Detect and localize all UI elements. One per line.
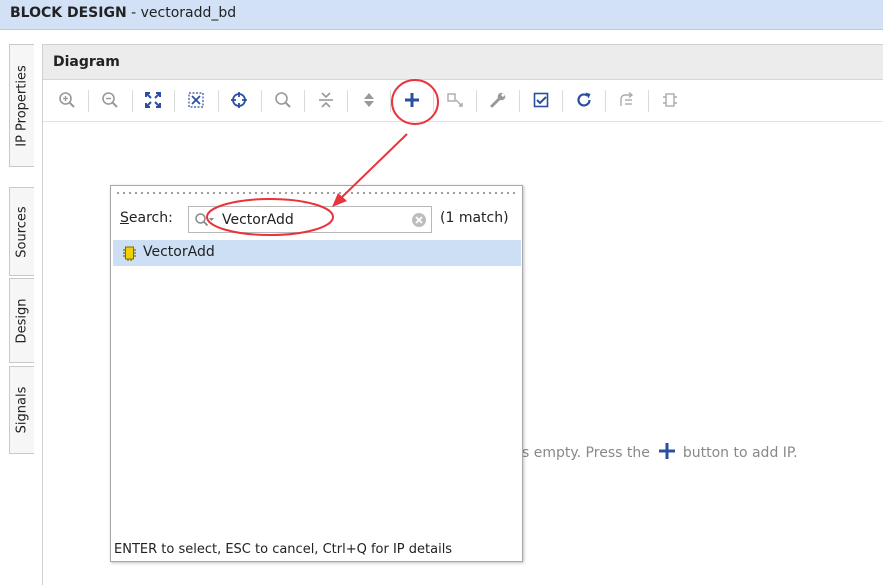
side-tab-signals[interactable]: Signals (9, 366, 34, 454)
ip-search-row: Search: (1 match) (111, 206, 522, 234)
pin-icon[interactable] (659, 89, 681, 111)
add-ip-icon[interactable] (401, 89, 423, 111)
popup-drag-handle[interactable] (115, 188, 518, 198)
add-ip-popup: Search: (1 match) VectorAdd ENTER to sel… (110, 185, 523, 562)
zoom-area-icon[interactable] (185, 89, 207, 111)
ip-search-input[interactable] (222, 210, 392, 229)
validate-icon[interactable] (530, 89, 552, 111)
regenerate-layout-icon[interactable] (616, 89, 638, 111)
zoom-out-icon[interactable] (99, 89, 121, 111)
window-title-design: vectoradd_bd (140, 5, 237, 21)
search-label: Search: (120, 210, 173, 226)
search-options-icon[interactable] (194, 212, 216, 232)
zoom-in-icon[interactable] (56, 89, 78, 111)
make-connection-icon[interactable] (444, 89, 466, 111)
zoom-fit-icon[interactable] (142, 89, 164, 111)
ip-result-name: VectorAdd (143, 244, 215, 260)
side-tab-ip-properties[interactable]: IP Properties (9, 44, 34, 167)
refresh-icon[interactable] (573, 89, 595, 111)
expand-icon[interactable] (358, 89, 380, 111)
collapse-icon[interactable] (315, 89, 337, 111)
empty-canvas-message: s empty. Press the button to add IP. (522, 442, 798, 464)
diagram-toolbar (43, 80, 883, 122)
search-icon[interactable] (272, 89, 294, 111)
match-count: (1 match) (440, 210, 509, 226)
clear-search-icon[interactable] (411, 212, 427, 232)
properties-icon[interactable] (487, 89, 509, 111)
add-ip-inline-icon (658, 442, 676, 464)
diagram-panel-title: Diagram (43, 45, 883, 80)
ip-search-field[interactable] (188, 206, 432, 233)
center-icon[interactable] (228, 89, 250, 111)
window-title-app: BLOCK DESIGN (10, 5, 127, 21)
window-title-bar: BLOCK DESIGN - vectoradd_bd (0, 0, 883, 30)
side-tab-design[interactable]: Design (9, 278, 34, 363)
window-title-separator: - (126, 5, 141, 21)
popup-hint-text: ENTER to select, ESC to cancel, Ctrl+Q f… (114, 542, 453, 557)
ip-core-icon (122, 245, 137, 265)
side-tab-sources[interactable]: Sources (9, 187, 34, 276)
ip-result-row[interactable]: VectorAdd (113, 240, 521, 266)
side-tab-strip: IP Properties Sources Design Signals (0, 30, 38, 585)
